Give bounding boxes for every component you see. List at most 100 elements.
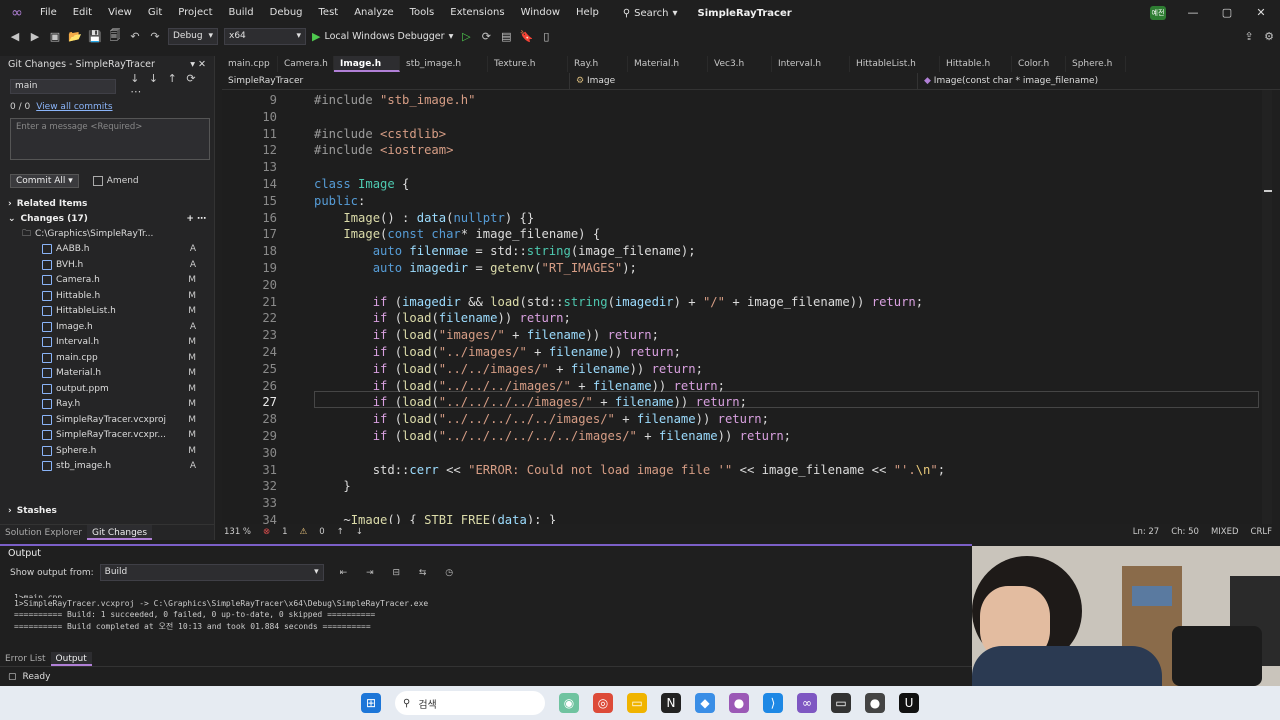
changes-section[interactable]: ⌄ Changes (17) + ⋯ <box>0 211 214 226</box>
code-line[interactable]: 34 ~Image() { STBI_FREE(data); } <box>222 512 1272 524</box>
forward-icon[interactable]: ▶ <box>28 30 42 43</box>
encoding[interactable]: MIXED <box>1211 527 1239 537</box>
list-item[interactable]: Image.h A <box>0 319 214 335</box>
code-line[interactable]: 24 if (load("../images/" + filename)) re… <box>222 344 1272 361</box>
save-icon[interactable]: 💾 <box>88 30 102 43</box>
nav-up-icon[interactable]: ↑ <box>337 527 344 537</box>
folder-view-icon[interactable]: ▤ <box>499 30 513 43</box>
list-item[interactable]: main.cpp M <box>0 350 214 366</box>
close-icon[interactable]: ✕ <box>1244 0 1278 26</box>
code-line[interactable]: 33 <box>222 495 1272 512</box>
menu-test[interactable]: Test <box>311 0 347 26</box>
platform-select[interactable]: x64 ▾ <box>224 27 306 45</box>
search-button[interactable]: ⚲ Search ▾ <box>617 8 684 19</box>
tab-ray-h[interactable]: Ray.h <box>568 56 628 72</box>
tab-interval-h[interactable]: Interval.h <box>772 56 850 72</box>
new-project-icon[interactable]: ▣ <box>48 30 62 43</box>
tab-sphere-h[interactable]: Sphere.h <box>1066 56 1126 72</box>
code-line[interactable]: 25 if (load("../../images/" + filename))… <box>222 361 1272 378</box>
menu-project[interactable]: Project <box>170 0 220 26</box>
code-editor[interactable]: 9 #include "stb_image.h" 10 11 #include <cst… <box>222 90 1272 524</box>
user-badge[interactable]: 예전 <box>1150 6 1166 20</box>
code-line[interactable]: 28 if (load("../../../../../images/" + f… <box>222 411 1272 428</box>
tab-texture-h[interactable]: Texture.h <box>488 56 568 72</box>
warning-icon[interactable]: ⚠ <box>300 527 308 537</box>
copilot-icon[interactable]: ◉ <box>559 693 579 713</box>
code-line[interactable]: 26 if (load("../../../images/" + filenam… <box>222 378 1272 395</box>
hot-reload-icon[interactable]: ⟳ <box>479 30 493 43</box>
tab-main-cpp[interactable]: main.cpp <box>222 56 278 72</box>
chrome-icon[interactable]: ◎ <box>593 693 613 713</box>
comment-icon[interactable]: ▯ <box>539 30 553 43</box>
code-line[interactable]: 15 public: <box>222 193 1272 210</box>
list-item[interactable]: SimpleRayTracer.vcxpr... M <box>0 428 214 444</box>
code-line[interactable]: 16 Image() : data(nullptr) {} <box>222 210 1272 227</box>
visual-studio-logo-icon[interactable]: ∞ <box>8 4 26 22</box>
tab-stb-image-h[interactable]: stb_image.h <box>400 56 488 72</box>
open-icon[interactable]: 📂 <box>68 30 82 43</box>
code-line[interactable]: 22 if (load(filename)) return; <box>222 310 1272 327</box>
code-line[interactable]: 32 } <box>222 478 1272 495</box>
code-line[interactable]: 12 #include <iostream> <box>222 142 1272 159</box>
unreal-icon[interactable]: U <box>899 693 919 713</box>
list-item[interactable]: SimpleRayTracer.vcxproj M <box>0 412 214 428</box>
list-item[interactable]: Material.h M <box>0 366 214 382</box>
run-debugger-button[interactable]: ▶ Local Windows Debugger ▾ <box>312 30 453 43</box>
settings-icon[interactable]: ⚙ <box>1262 30 1276 43</box>
list-item[interactable]: Camera.h M <box>0 273 214 289</box>
tab-git-changes[interactable]: Git Changes <box>87 525 153 540</box>
stashes-section[interactable]: › Stashes <box>0 503 200 518</box>
scope-dropdown[interactable]: ⚙ Image <box>570 72 918 89</box>
git-actions-icon[interactable]: ↓ ↓ ↑ ⟳ ⋯ <box>130 72 214 98</box>
menu-extensions[interactable]: Extensions <box>442 0 512 26</box>
menu-build[interactable]: Build <box>221 0 262 26</box>
list-item[interactable]: output.ppm M <box>0 381 214 397</box>
code-line[interactable]: 11 #include <cstdlib> <box>222 126 1272 143</box>
project-dropdown[interactable]: SimpleRayTracer <box>222 72 570 89</box>
tab-hittablelist-h[interactable]: HittableList.h <box>850 56 940 72</box>
maximize-icon[interactable]: ▢ <box>1210 0 1244 26</box>
related-items-section[interactable]: › Related Items <box>0 196 214 211</box>
share-icon[interactable]: ⇪ <box>1242 30 1256 43</box>
tab-camera-h[interactable]: Camera.h <box>278 56 334 72</box>
menu-tools[interactable]: Tools <box>402 0 443 26</box>
output-source-select[interactable]: Build ▾ <box>99 564 324 581</box>
code-line[interactable]: 18 auto filenmae = std::string(image_fil… <box>222 243 1272 260</box>
menu-help[interactable]: Help <box>568 0 607 26</box>
tab-output[interactable]: Output <box>50 652 92 666</box>
undo-icon[interactable]: ↶ <box>128 30 142 43</box>
repo-folder-row[interactable]: 🗀 C:\Graphics\SimpleRayTr... <box>0 226 214 242</box>
nav-down-icon[interactable]: ↓ <box>356 527 363 537</box>
windows-start-icon[interactable]: ⊞ <box>361 693 381 713</box>
list-item[interactable]: Hittable.h M <box>0 288 214 304</box>
tab-color-h[interactable]: Color.h <box>1012 56 1066 72</box>
member-dropdown[interactable]: ◆ Image(const char * image_filename) <box>918 73 1268 89</box>
jira-icon[interactable]: ◆ <box>695 693 715 713</box>
list-item[interactable]: AABB.h A <box>0 242 214 258</box>
bookmark-icon[interactable]: 🔖 <box>519 30 533 43</box>
zoom-level[interactable]: 131 % <box>224 527 251 537</box>
code-line[interactable]: 14 class Image { <box>222 176 1272 193</box>
menu-edit[interactable]: Edit <box>65 0 100 26</box>
line-ending[interactable]: CRLF <box>1251 527 1272 537</box>
tab-image-h[interactable]: Image.h <box>334 56 400 72</box>
menu-debug[interactable]: Debug <box>262 0 311 26</box>
tab-error-list[interactable]: Error List <box>0 652 51 666</box>
code-line[interactable]: 31 std::cerr << "ERROR: Could not load i… <box>222 462 1272 479</box>
code-line[interactable]: 19 auto imagedir = getenv("RT_IMAGES"); <box>222 260 1272 277</box>
app-icon[interactable]: ● <box>729 693 749 713</box>
tab-material-h[interactable]: Material.h <box>628 56 708 72</box>
tab-vec3-h[interactable]: Vec3.h <box>708 56 772 72</box>
visual-studio-icon[interactable]: ∞ <box>797 693 817 713</box>
code-line[interactable]: 23 if (load("images/" + filename)) retur… <box>222 327 1272 344</box>
menu-git[interactable]: Git <box>140 0 170 26</box>
code-line[interactable]: 10 <box>222 109 1272 126</box>
list-item[interactable]: BVH.h A <box>0 257 214 273</box>
menu-window[interactable]: Window <box>513 0 568 26</box>
back-icon[interactable]: ◀ <box>8 30 22 43</box>
panel-controls[interactable]: ▾ ✕ <box>190 59 206 70</box>
amend-checkbox[interactable]: Amend <box>92 176 139 186</box>
terminal-icon[interactable]: ▭ <box>831 693 851 713</box>
error-icon[interactable]: ⊗ <box>263 527 270 537</box>
configuration-select[interactable]: Debug ▾ <box>168 27 218 45</box>
